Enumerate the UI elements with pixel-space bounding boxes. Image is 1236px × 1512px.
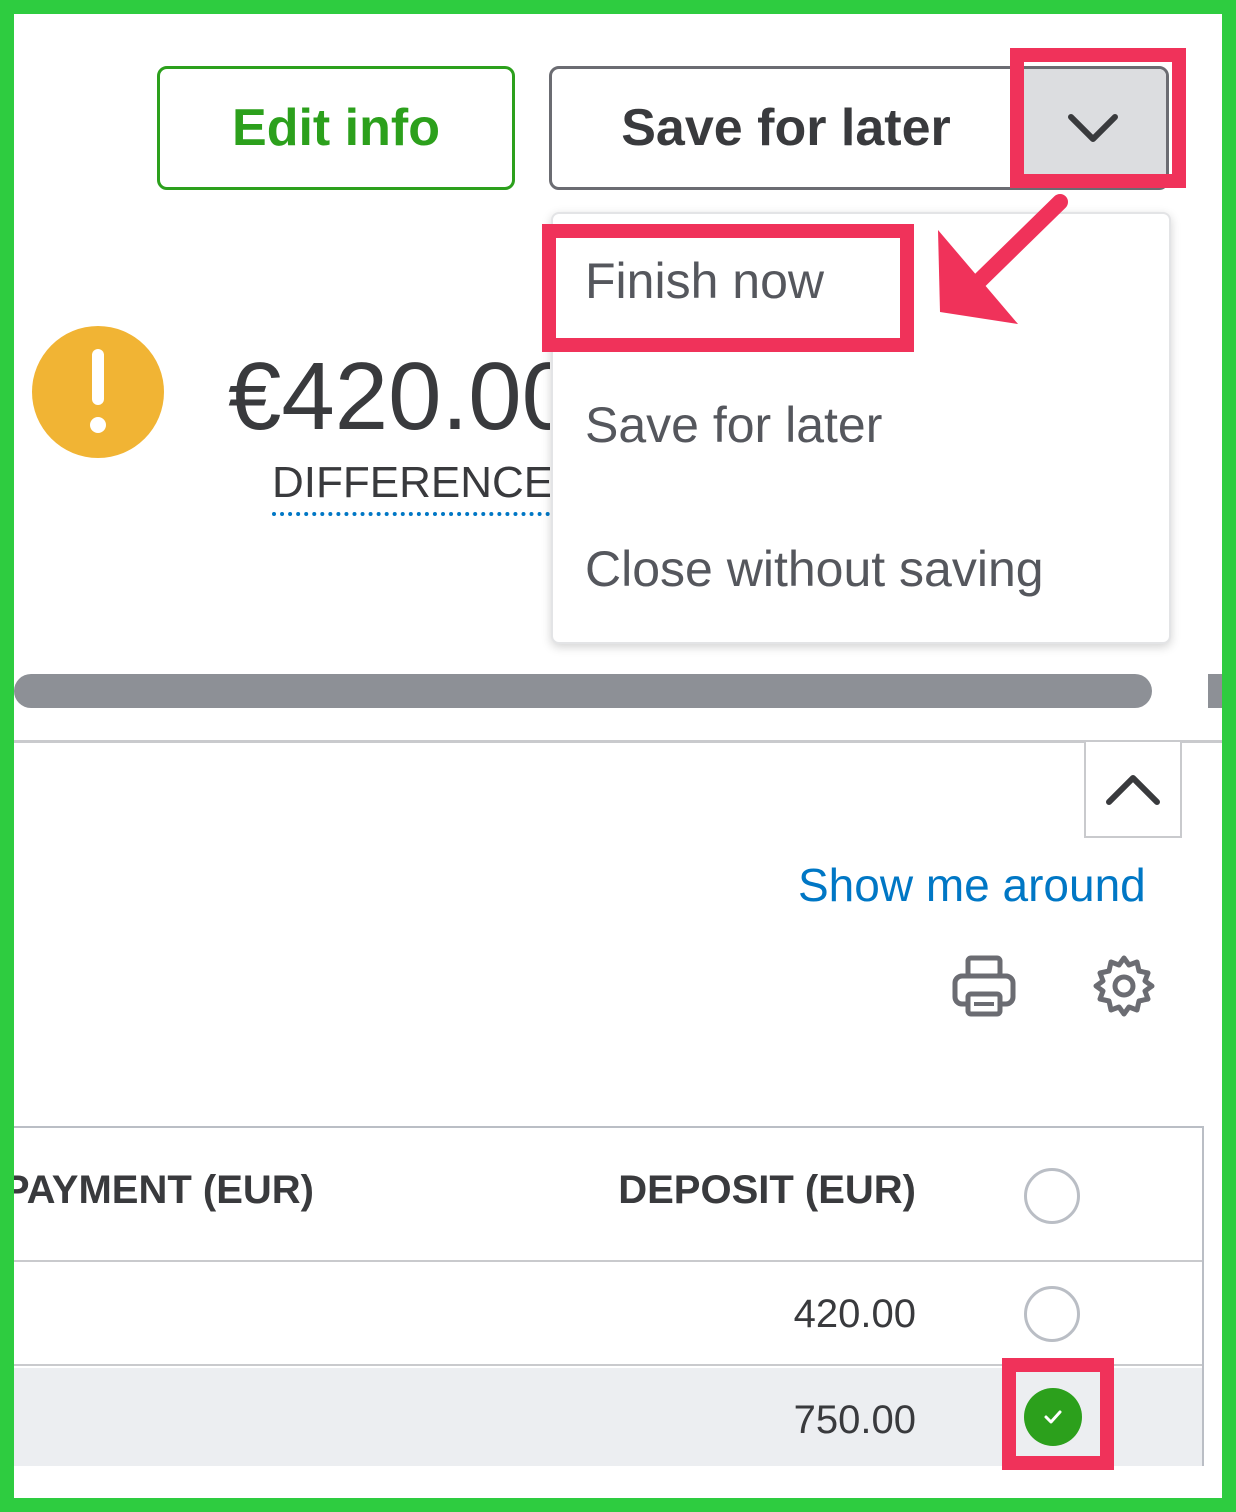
save-for-later-button[interactable]: Save for later — [552, 69, 1020, 187]
menu-item-save-for-later[interactable]: Save for later — [585, 396, 882, 454]
select-all-radio[interactable] — [1024, 1168, 1080, 1224]
show-me-around-link[interactable]: Show me around — [798, 858, 1146, 912]
chevron-up-icon — [1106, 775, 1160, 805]
table-header: PAYMENT (EUR) DEPOSIT (EUR) — [14, 1128, 1202, 1262]
annotation-arrow — [938, 194, 1068, 324]
edit-info-button[interactable]: Edit info — [157, 66, 515, 190]
difference-amount: €420.00 — [228, 343, 550, 450]
gear-icon[interactable] — [1090, 952, 1158, 1020]
highlight-checked-row — [1002, 1358, 1114, 1470]
column-header-payment[interactable]: PAYMENT (EUR) — [14, 1168, 314, 1213]
difference-label[interactable]: DIFFERENCE — [272, 458, 550, 516]
deposit-cell: 750.00 — [793, 1398, 916, 1442]
collapse-panel-button[interactable] — [1084, 742, 1182, 838]
panel-divider — [14, 740, 1222, 743]
warning-icon — [32, 326, 164, 458]
column-header-deposit[interactable]: DEPOSIT (EUR) — [618, 1168, 916, 1213]
highlight-dropdown-button — [1010, 48, 1186, 188]
menu-item-close-without-saving[interactable]: Close without saving — [585, 540, 1044, 598]
table-row[interactable]: 420.00 — [14, 1264, 1202, 1366]
print-icon[interactable] — [950, 952, 1018, 1020]
highlight-finish-now — [542, 224, 914, 352]
scrollbar-arrow[interactable] — [1208, 674, 1222, 708]
deposit-cell: 420.00 — [793, 1292, 916, 1336]
horizontal-scrollbar[interactable] — [14, 674, 1152, 708]
row-select-radio[interactable] — [1024, 1286, 1080, 1342]
